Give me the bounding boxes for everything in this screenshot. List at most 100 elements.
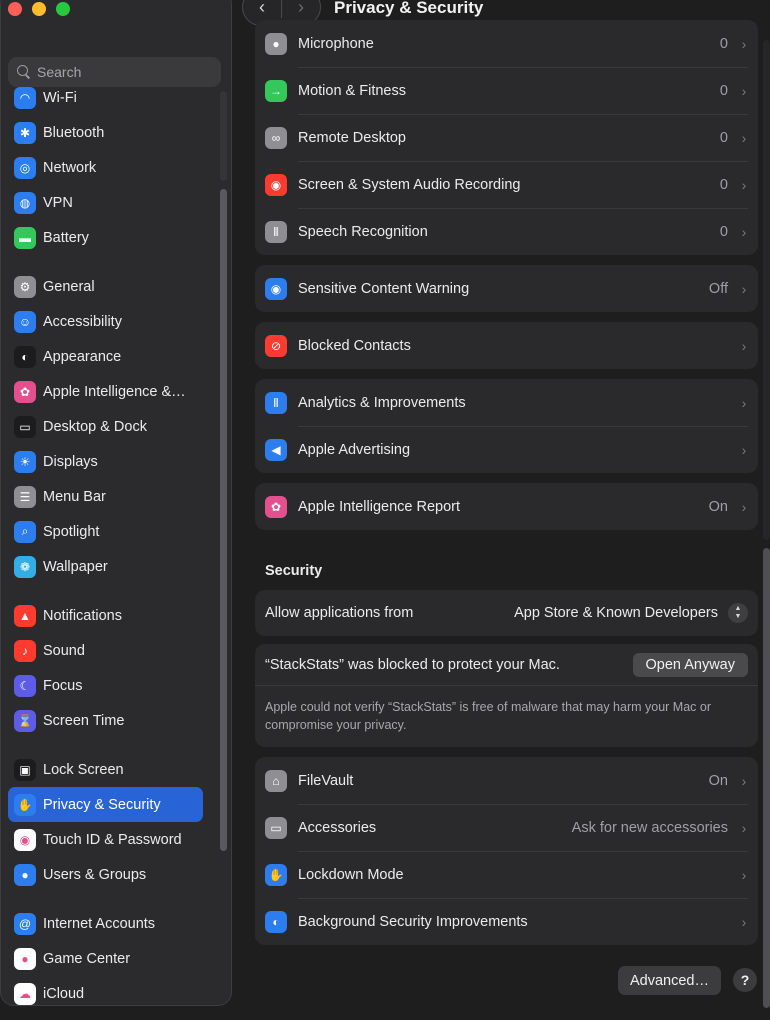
sidebar-item-vpn[interactable]: ◍ VPN xyxy=(8,185,203,220)
sidebar-item-menu-bar[interactable]: ☰ Menu Bar xyxy=(8,479,203,514)
wifi-icon: ◠ xyxy=(14,86,36,109)
sidebar-item-wallpaper[interactable]: ❁ Wallpaper xyxy=(8,549,203,584)
sidebar-item-screen-time[interactable]: ⌛ Screen Time xyxy=(8,703,203,738)
sidebar-item-touch-id-password[interactable]: ◉ Touch ID & Password xyxy=(8,822,203,857)
blocked-app-row: “StackStats” was blocked to protect your… xyxy=(255,645,758,685)
zoom-window-button[interactable] xyxy=(56,2,70,16)
settings-row-value: Off xyxy=(708,280,728,297)
microphone-icon: ● xyxy=(265,32,287,55)
users-icon: ● xyxy=(14,863,36,886)
allow-applications-value: App Store & Known Developers xyxy=(514,605,718,621)
sidebar-item-label: Game Center xyxy=(43,950,131,967)
settings-row-value: 0 xyxy=(719,35,728,52)
sidebar-item-internet-accounts[interactable]: @ Internet Accounts xyxy=(8,906,203,941)
sidebar-item-label: Displays xyxy=(43,453,98,470)
sidebar-item-battery[interactable]: ▬ Battery xyxy=(8,220,203,255)
content-scrollbar[interactable] xyxy=(763,548,770,1008)
eye-icon: ◉ xyxy=(265,277,287,300)
accessories-icon: ▭ xyxy=(265,816,287,839)
sidebar-item-label: Users & Groups xyxy=(43,866,147,883)
sidebar-item-label: Accessibility xyxy=(43,313,122,330)
sidebar-item-bluetooth[interactable]: ✱ Bluetooth xyxy=(8,115,203,150)
shield-icon: ◐ xyxy=(265,910,287,933)
sidebar-item-users-groups[interactable]: ● Users & Groups xyxy=(8,857,203,892)
settings-row-motion-fitness[interactable]: → Motion & Fitness 0 › xyxy=(255,67,758,114)
settings-row-analytics-improvements[interactable]: Ⅱ Analytics & Improvements › xyxy=(255,379,758,426)
blocked-contacts-group: ⊘ Blocked Contacts › xyxy=(255,322,758,369)
chevron-right-icon: › xyxy=(741,337,747,354)
search-input[interactable] xyxy=(37,64,207,80)
help-button[interactable]: ? xyxy=(733,968,757,992)
settings-row-apple-intelligence-report[interactable]: ✿ Apple Intelligence Report On › xyxy=(255,483,758,530)
allow-applications-row: Allow applications from App Store & Know… xyxy=(255,590,758,636)
close-window-button[interactable] xyxy=(8,2,22,16)
settings-row-accessories[interactable]: ▭ Accessories Ask for new accessories › xyxy=(255,804,758,851)
settings-row-speech-recognition[interactable]: Ⅱ Speech Recognition 0 › xyxy=(255,208,758,255)
spotlight-icon: ⌕ xyxy=(14,520,36,543)
minimize-window-button[interactable] xyxy=(32,2,46,16)
sidebar-scrollbar[interactable] xyxy=(220,189,227,851)
advanced-button[interactable]: Advanced… xyxy=(618,966,721,995)
chevron-right-icon: › xyxy=(741,866,747,883)
menu-bar-icon: ☰ xyxy=(14,485,36,508)
chevron-right-icon: › xyxy=(741,441,747,458)
blocked-app-group: “StackStats” was blocked to protect your… xyxy=(255,644,758,747)
globe-icon: ◎ xyxy=(14,156,36,179)
sidebar-item-spotlight[interactable]: ⌕ Spotlight xyxy=(8,514,203,549)
megaphone-icon: ◀ xyxy=(265,438,287,461)
sidebar-item-privacy-security[interactable]: ✋ Privacy & Security xyxy=(8,787,203,822)
allow-applications-popup[interactable]: App Store & Known Developers ▲ ▼ xyxy=(514,603,748,623)
open-anyway-button[interactable]: Open Anyway xyxy=(632,653,748,677)
blocked-app-note: Apple could not verify “StackStats” is f… xyxy=(255,685,758,734)
sidebar-item-general[interactable]: ⚙ General xyxy=(8,269,203,304)
binoculars-icon: ∞ xyxy=(265,126,287,149)
sidebar-item-displays[interactable]: ☀ Displays xyxy=(8,444,203,479)
settings-row-screen-system-audio-recording[interactable]: ◉ Screen & System Audio Recording 0 › xyxy=(255,161,758,208)
accessibility-icon: ☺ xyxy=(14,310,36,333)
filevault-icon: ⌂ xyxy=(265,769,287,792)
settings-row-filevault[interactable]: ⌂ FileVault On › xyxy=(255,757,758,804)
privacy-permissions-group: ● Microphone 0 › → Motion & Fitness 0 › ∞ Remote … xyxy=(255,20,758,255)
settings-row-label: Speech Recognition xyxy=(298,223,428,240)
analytics-icon: Ⅱ xyxy=(265,391,287,414)
sidebar-item-sound[interactable]: ♪ Sound xyxy=(8,633,203,668)
sidebar-item-label: Notifications xyxy=(43,607,122,624)
sidebar-item-network[interactable]: ◎ Network xyxy=(8,150,203,185)
sidebar-section-gap xyxy=(8,892,203,906)
bluetooth-icon: ✱ xyxy=(14,121,36,144)
settings-row-background-security-improvements[interactable]: ◐ Background Security Improvements › xyxy=(255,898,758,945)
sidebar-item-lock-screen[interactable]: ▣ Lock Screen xyxy=(8,752,203,787)
settings-row-blocked-contacts[interactable]: ⊘ Blocked Contacts › xyxy=(255,322,758,369)
search-field[interactable] xyxy=(8,57,221,87)
sidebar-item-accessibility[interactable]: ☺ Accessibility xyxy=(8,304,203,339)
chevron-right-icon: › xyxy=(741,913,747,930)
settings-row-label: Accessories xyxy=(298,819,377,836)
settings-row-lockdown-mode[interactable]: ✋ Lockdown Mode › xyxy=(255,851,758,898)
sidebar-scroll-track xyxy=(220,91,227,181)
sidebar-item-label: Desktop & Dock xyxy=(43,418,147,435)
sidebar-section-gap xyxy=(8,738,203,752)
at-icon: @ xyxy=(14,912,36,935)
settings-row-apple-advertising[interactable]: ◀ Apple Advertising › xyxy=(255,426,758,473)
vpn-icon: ◍ xyxy=(14,191,36,214)
chevron-right-icon: › xyxy=(741,819,747,836)
sidebar-item-notifications[interactable]: ▲ Notifications xyxy=(8,598,203,633)
sidebar-item-label: Lock Screen xyxy=(43,761,124,778)
sidebar-item-appearance[interactable]: ◐ Appearance xyxy=(8,339,203,374)
sidebar-item-focus[interactable]: ☾ Focus xyxy=(8,668,203,703)
gear-icon: ⚙ xyxy=(14,275,36,298)
sidebar-item-icloud[interactable]: ☁ iCloud xyxy=(8,976,203,1011)
sidebar-item-desktop-dock[interactable]: ▭ Desktop & Dock xyxy=(8,409,203,444)
chevron-right-icon: › xyxy=(741,35,747,52)
security-heading: Security xyxy=(265,563,323,579)
fingerprint-icon: ◉ xyxy=(14,828,36,851)
settings-row-microphone[interactable]: ● Microphone 0 › xyxy=(255,20,758,67)
chevron-right-icon: › xyxy=(741,498,747,515)
chevron-right-icon: › xyxy=(298,0,304,17)
settings-row-sensitive-content-warning[interactable]: ◉ Sensitive Content Warning Off › xyxy=(255,265,758,312)
sidebar-item-game-center[interactable]: ● Game Center xyxy=(8,941,203,976)
settings-row-remote-desktop[interactable]: ∞ Remote Desktop 0 › xyxy=(255,114,758,161)
lock-icon: ▣ xyxy=(14,758,36,781)
sidebar-item-apple-intelligence[interactable]: ✿ Apple Intelligence &… xyxy=(8,374,203,409)
sidebar-section-gap xyxy=(8,255,203,269)
